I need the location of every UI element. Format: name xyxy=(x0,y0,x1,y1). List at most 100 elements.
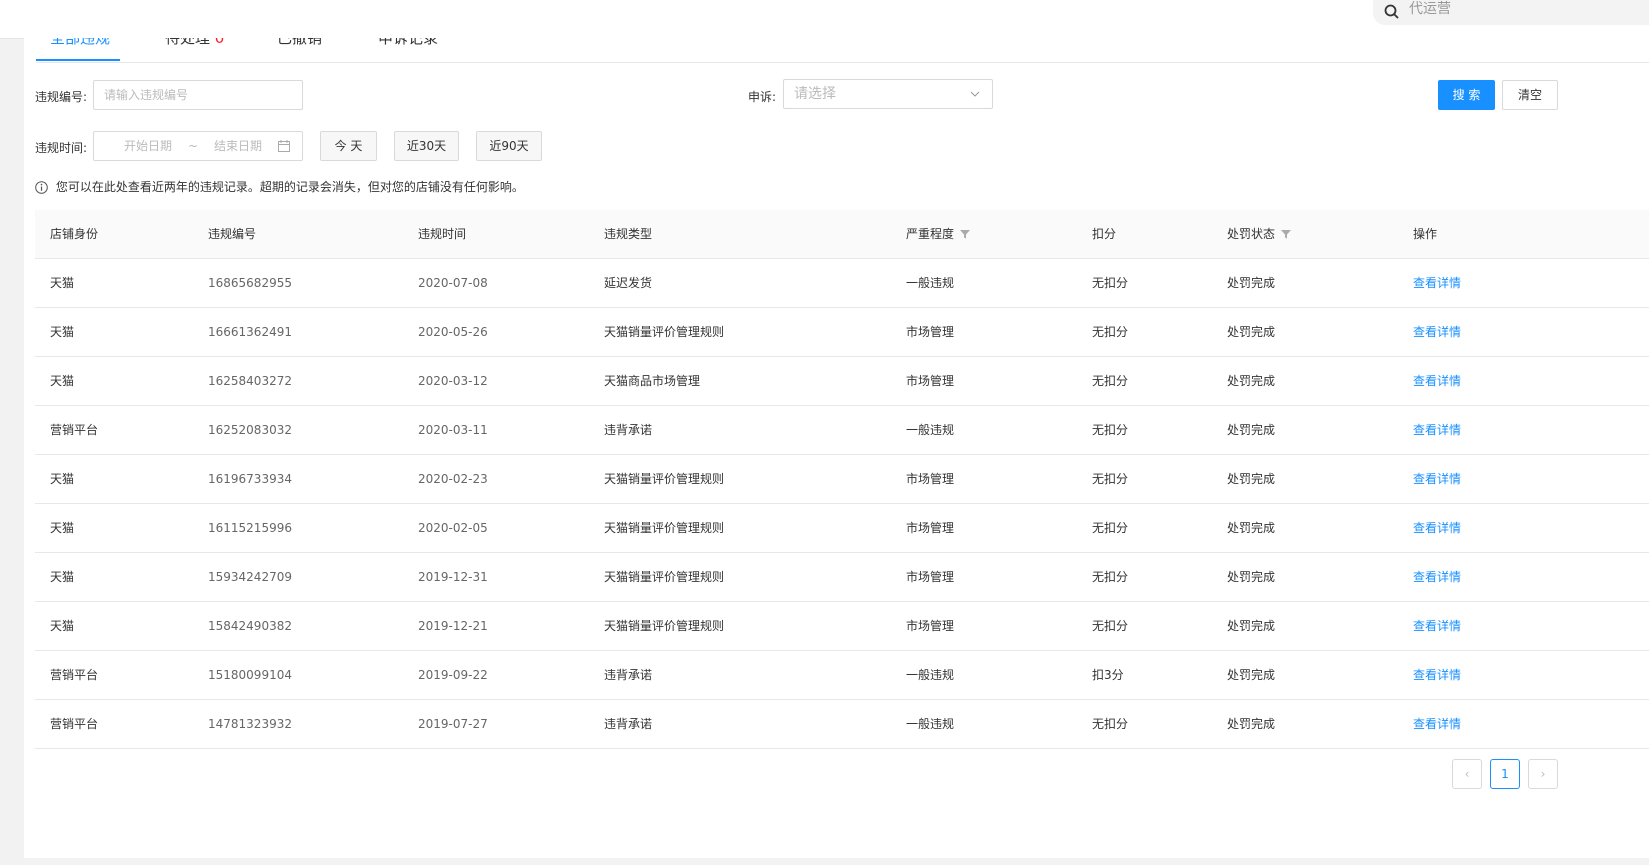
cell-penalty-status: 处罚完成 xyxy=(1227,423,1276,437)
today-button[interactable]: 今 天 xyxy=(320,131,377,161)
cell-violation-type: 天猫销量评价管理规则 xyxy=(604,570,725,584)
view-details-link[interactable]: 查看详情 xyxy=(1413,651,1461,699)
last-90-days-button[interactable]: 近90天 xyxy=(476,131,542,161)
table-header: 店铺身份 违规编号 违规时间 违规类型 严重程度 扣分 处罚状态 操作 xyxy=(35,210,1649,259)
cell-violation-time: 2020-07-08 xyxy=(418,276,488,290)
date-range-picker[interactable]: 开始日期 ~ 结束日期 xyxy=(93,131,303,161)
table-row: 营销平台 14781323932 2019-07-27 违背承诺 一般违规 无扣分 处罚完成… xyxy=(35,700,1649,749)
violation-no-input[interactable]: 请输入违规编号 xyxy=(93,80,303,110)
cell-violation-time: 2020-02-05 xyxy=(418,521,488,535)
cell-store-identity: 营销平台 xyxy=(50,668,99,682)
global-search-input[interactable]: 代运营 xyxy=(1409,0,1451,18)
table-row: 天猫 16258403272 2020-03-12 天猫商品市场管理 市场管理 无扣分 处罚… xyxy=(35,357,1649,406)
table-row: 天猫 15842490382 2019-12-21 天猫销量评价管理规则 市场管理 无扣分… xyxy=(35,602,1649,651)
table-row: 天猫 15934242709 2019-12-31 天猫销量评价管理规则 市场管理 无扣分… xyxy=(35,553,1649,602)
prev-page-button[interactable]: ‹ xyxy=(1452,759,1482,789)
cell-severity: 市场管理 xyxy=(906,472,955,486)
col-store-identity: 店铺身份 xyxy=(50,227,99,241)
violations-panel: 全部违规 待处理 0 已撤销 申诉记录 违规编号: 请输入违规编号 申诉: 请选… xyxy=(24,38,1649,858)
cell-severity: 市场管理 xyxy=(906,619,955,633)
cell-violation-time: 2020-03-12 xyxy=(418,374,488,388)
calendar-icon xyxy=(278,140,290,152)
tab-revoked[interactable]: 已撤销 xyxy=(277,38,322,48)
pending-count-badge: 0 xyxy=(214,38,225,47)
global-search[interactable]: 代运营 xyxy=(1373,0,1649,25)
filter-icon[interactable] xyxy=(1281,229,1292,239)
tab-appeal-records[interactable]: 申诉记录 xyxy=(378,38,438,48)
cell-penalty-status: 处罚完成 xyxy=(1227,325,1276,339)
cell-violation-type: 违背承诺 xyxy=(604,668,653,682)
tab-all-violations[interactable]: 全部违规 xyxy=(50,38,110,48)
cell-violation-no: 16196733934 xyxy=(208,472,292,486)
cell-violation-time: 2020-03-11 xyxy=(418,423,488,437)
cell-violation-no: 15842490382 xyxy=(208,619,292,633)
view-details-link[interactable]: 查看详情 xyxy=(1413,553,1461,601)
cell-severity: 市场管理 xyxy=(906,521,955,535)
last-30-days-button[interactable]: 近30天 xyxy=(394,131,459,161)
violation-no-label: 违规编号: xyxy=(35,90,88,104)
next-page-button[interactable]: › xyxy=(1528,759,1558,789)
tab-label: 全部违规 xyxy=(50,38,111,47)
col-penalty-status: 处罚状态 xyxy=(1227,210,1292,258)
cell-violation-type: 违背承诺 xyxy=(604,717,653,731)
cell-violation-no: 16258403272 xyxy=(208,374,292,388)
cell-deduction: 无扣分 xyxy=(1092,472,1129,486)
cell-deduction: 无扣分 xyxy=(1092,423,1129,437)
cell-penalty-status: 处罚完成 xyxy=(1227,276,1276,290)
cell-violation-type: 天猫销量评价管理规则 xyxy=(604,472,725,486)
view-details-link[interactable]: 查看详情 xyxy=(1413,357,1461,405)
cell-violation-no: 14781323932 xyxy=(208,717,292,731)
cell-violation-type: 天猫销量评价管理规则 xyxy=(604,619,725,633)
view-details-link[interactable]: 查看详情 xyxy=(1413,406,1461,454)
cell-severity: 市场管理 xyxy=(906,374,955,388)
cell-penalty-status: 处罚完成 xyxy=(1227,521,1276,535)
cell-violation-type: 天猫销量评价管理规则 xyxy=(604,325,725,339)
table-body: 天猫 16865682955 2020-07-08 延迟发货 一般违规 无扣分 处罚完成 查看… xyxy=(35,259,1649,749)
search-icon xyxy=(1384,4,1399,19)
start-date-input[interactable]: 开始日期 xyxy=(124,132,172,160)
view-details-link[interactable]: 查看详情 xyxy=(1413,308,1461,356)
cell-violation-type: 天猫销量评价管理规则 xyxy=(604,521,725,535)
appeal-select-value: 请选择 xyxy=(794,86,836,102)
filter-icon[interactable] xyxy=(960,229,971,239)
cell-violation-no: 16661362491 xyxy=(208,325,292,339)
notice-text: 您可以在此处查看近两年的违规记录。超期的记录会消失，但对您的店铺没有任何影响。 xyxy=(55,180,524,194)
cell-penalty-status: 处罚完成 xyxy=(1227,668,1276,682)
tab-active-indicator xyxy=(36,59,120,61)
retention-notice: 您可以在此处查看近两年的违规记录。超期的记录会消失，但对您的店铺没有任何影响。 xyxy=(35,178,524,195)
cell-violation-time: 2020-02-23 xyxy=(418,472,488,486)
cell-violation-type: 延迟发货 xyxy=(604,276,653,290)
view-details-link[interactable]: 查看详情 xyxy=(1413,455,1461,503)
cell-deduction: 无扣分 xyxy=(1092,374,1129,388)
col-violation-type: 违规类型 xyxy=(604,227,653,241)
cell-violation-no: 15934242709 xyxy=(208,570,292,584)
clear-button[interactable]: 清空 xyxy=(1502,80,1558,110)
top-bar: 代运营 xyxy=(0,0,1649,39)
cell-severity: 市场管理 xyxy=(906,570,955,584)
search-button[interactable]: 搜 索 xyxy=(1438,80,1495,110)
info-icon xyxy=(35,181,48,194)
table-row: 天猫 16661362491 2020-05-26 天猫销量评价管理规则 市场管理 无扣分… xyxy=(35,308,1649,357)
cell-violation-time: 2019-12-21 xyxy=(418,619,488,633)
tab-pending[interactable]: 待处理 0 xyxy=(165,38,224,48)
table-row: 天猫 16196733934 2020-02-23 天猫销量评价管理规则 市场管理 无扣分… xyxy=(35,455,1649,504)
appeal-select[interactable]: 请选择 xyxy=(783,79,993,109)
cell-severity: 一般违规 xyxy=(906,276,955,290)
violations-table: 店铺身份 违规编号 违规时间 违规类型 严重程度 扣分 处罚状态 操作 天猫 16… xyxy=(35,210,1649,749)
view-details-link[interactable]: 查看详情 xyxy=(1413,602,1461,650)
view-details-link[interactable]: 查看详情 xyxy=(1413,259,1461,307)
cell-deduction: 扣3分 xyxy=(1092,668,1124,682)
cell-store-identity: 营销平台 xyxy=(50,423,99,437)
cell-store-identity: 天猫 xyxy=(50,619,75,633)
view-details-link[interactable]: 查看详情 xyxy=(1413,700,1461,748)
end-date-input[interactable]: 结束日期 xyxy=(214,132,262,160)
view-details-link[interactable]: 查看详情 xyxy=(1413,504,1461,552)
table-row: 天猫 16865682955 2020-07-08 延迟发货 一般违规 无扣分 处罚完成 查看… xyxy=(35,259,1649,308)
cell-violation-time: 2019-12-31 xyxy=(418,570,488,584)
cell-violation-no: 16865682955 xyxy=(208,276,292,290)
violation-time-label: 违规时间: xyxy=(35,141,88,155)
cell-store-identity: 营销平台 xyxy=(50,717,99,731)
page-1-button[interactable]: 1 xyxy=(1490,759,1520,789)
cell-severity: 一般违规 xyxy=(906,668,955,682)
col-action: 操作 xyxy=(1413,227,1438,241)
